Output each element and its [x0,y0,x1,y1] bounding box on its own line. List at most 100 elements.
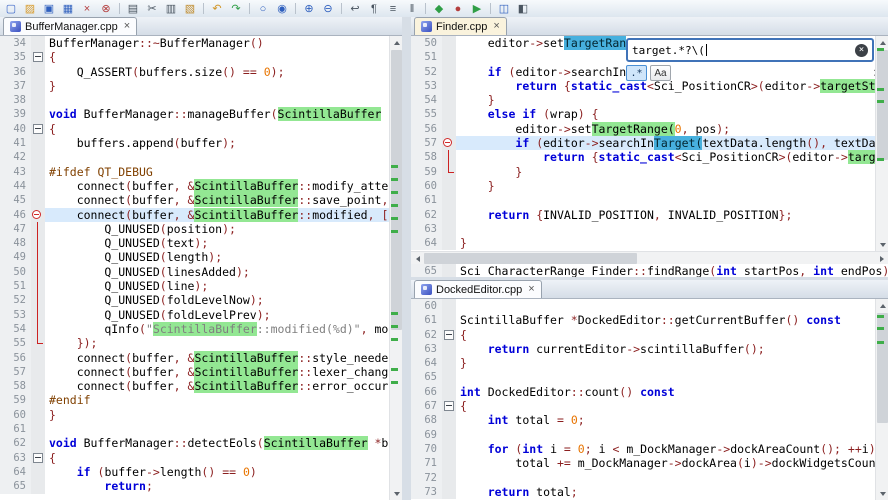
toolbar-save-all-button[interactable]: ▦ [60,2,76,16]
code-line[interactable]: 36 Q_ASSERT(buffers.size() == 0); [0,64,389,79]
code-line[interactable]: 60} [0,407,389,423]
tab-dockededitor[interactable]: DockedEditor.cpp × [414,280,542,298]
fold-marker-current[interactable] [31,207,45,222]
code-line[interactable]: 62 void BufferManager::detectEols(Scintil… [0,436,389,451]
scrollbar-down-button[interactable] [876,238,888,251]
code-line[interactable]: 59 } [411,164,875,179]
fold-marker-collapse[interactable] [31,121,45,137]
code-line[interactable]: 51 Q_UNUSED(line); [0,279,389,294]
vertical-splitter[interactable] [402,17,411,500]
scrollbar-down-button[interactable] [876,487,888,500]
match-case-toggle-button[interactable]: Aa [650,65,671,81]
toolbar-open-folder-button[interactable]: ▨ [22,2,38,16]
code-line[interactable]: 50 Q_UNUSED(linesAdded); [0,264,389,280]
code-line[interactable]: 55 else if (wrap) { [411,107,875,122]
regex-toggle-button[interactable]: .* [626,65,647,81]
code-line[interactable]: 60 } [411,178,875,194]
toolbar-replace-button[interactable]: ◉ [274,2,290,16]
code-line[interactable]: 65 [411,370,875,385]
tab-close-icon[interactable]: × [493,21,499,32]
code-line[interactable]: 42 [0,150,389,165]
fold-marker-collapse[interactable] [31,50,45,65]
code-lines[interactable]: 60 61 ScintillaBuffer *DockedEditor::getCu… [411,299,875,500]
code-line[interactable]: 73 return total; [411,484,875,500]
tab-close-icon[interactable]: × [124,21,130,32]
code-line[interactable]: 47 Q_UNUSED(position); [0,221,389,237]
code-line[interactable]: 56 connect(buffer, &ScintillaBuffer::sty… [0,350,389,365]
code-line[interactable]: 54 qInfo("ScintillaBuffer::modified(%d)"… [0,321,389,337]
code-line[interactable]: 60 [411,299,875,314]
tab-buffermanager[interactable]: BufferManager.cpp × [3,17,138,35]
code-line[interactable]: 55 }); [0,336,389,351]
code-line[interactable]: 57 connect(buffer, &ScintillaBuffer::lex… [0,364,389,380]
toolbar-find-button[interactable]: ○ [255,2,271,16]
toolbar-print-button[interactable]: ▤ [125,2,141,16]
code-line[interactable]: 67 { [411,399,875,414]
code-line[interactable]: 64} [411,236,875,251]
code-line[interactable]: 58 return {static_cast<Sci_PositionCR>(e… [411,150,875,165]
code-line[interactable]: 48 Q_UNUSED(text); [0,236,389,251]
toolbar-copy-button[interactable]: ▥ [163,2,179,16]
code-line[interactable]: 39 void BufferManager::manageBuffer(Scint… [0,107,389,122]
code-line[interactable]: 66 int DockedEditor::count() const [411,384,875,400]
code-line[interactable]: 35 { [0,50,389,65]
code-line[interactable]: 64 if (buffer->length() == 0) [0,464,389,480]
scrollbar-down-button[interactable] [390,487,402,500]
code-line[interactable]: 34 BufferManager::~BufferManager() [0,36,389,51]
toolbar-zoom-out-button[interactable]: ⊖ [320,2,336,16]
tab-close-icon[interactable]: × [528,284,534,295]
code-line[interactable]: 65 Sci_CharacterRange Finder::findRange(i… [411,264,888,277]
clear-search-button[interactable]: × [855,43,868,57]
code-line[interactable]: 49 Q_UNUSED(length); [0,250,389,266]
code-line[interactable]: 71 total += m_DockManager->dockArea(i)->… [411,456,875,471]
code-line[interactable]: 59 #endif [0,393,389,408]
toolbar-paste-button[interactable]: ▧ [182,2,198,16]
horizontal-scrollbar[interactable] [411,251,888,264]
tab-finder[interactable]: Finder.cpp × [414,17,507,35]
fold-marker-collapse[interactable] [31,450,45,465]
code-line[interactable]: 61 [0,422,389,437]
toolbar-settings-button[interactable]: ◧ [515,2,531,16]
fold-marker-collapse[interactable] [442,399,456,414]
code-line[interactable]: 63 { [0,450,389,465]
scrollbar-thumb[interactable] [424,253,637,264]
toolbar-monitor-file-button[interactable]: ◫ [496,2,512,16]
vertical-scrollbar[interactable] [875,299,888,500]
code-line[interactable]: 52 Q_UNUSED(foldLevelNow); [0,293,389,308]
toolbar-cut-button[interactable]: ✂ [144,2,160,16]
code-line[interactable]: 54 } [411,93,875,108]
code-line[interactable]: 68 int total = 0; [411,413,875,428]
scrollbar-thumb[interactable] [391,50,402,330]
code-line[interactable]: 46 connect(buffer, &ScintillaBuffer::mod… [0,207,389,222]
scrollbar-thumb[interactable] [877,50,888,160]
code-line[interactable]: 43 #ifdef QT_DEBUG [0,164,389,179]
code-line[interactable]: 38 [0,93,389,108]
code-line[interactable]: 57 if (editor->searchInTarget(textData.l… [411,136,875,151]
code-line[interactable]: 64} [411,356,875,371]
code-line[interactable]: 62 return {INVALID_POSITION, INVALID_POS… [411,207,875,222]
code-line[interactable]: 41 buffers.append(buffer); [0,136,389,151]
code-line[interactable]: 69 [411,427,875,442]
fold-marker-current[interactable] [442,136,456,151]
fold-marker-collapse[interactable] [442,327,456,342]
code-line[interactable]: 61 ScintillaBuffer *DockedEditor::getCurr… [411,313,875,328]
scrollbar-up-button[interactable] [876,299,888,312]
search-input[interactable]: target.*?\( × [626,38,874,62]
code-line[interactable]: 72 [411,470,875,485]
vertical-scrollbar[interactable] [875,36,888,251]
toolbar-close-all-button[interactable]: ⊗ [98,2,114,16]
toolbar-record-macro-button[interactable]: ● [450,2,466,16]
code-line[interactable]: 63 return currentEditor->scintillaBuffer… [411,341,875,357]
toolbar-show-eol-button[interactable]: ≡ [385,2,401,16]
code-line[interactable]: 37} [0,78,389,94]
toolbar-redo-button[interactable]: ↷ [228,2,244,16]
toolbar-new-file-button[interactable]: ▢ [3,2,19,16]
toolbar-show-whitespace-button[interactable]: ¶ [366,2,382,16]
toolbar-close-file-button[interactable]: × [79,2,95,16]
code-line[interactable]: 65 return; [0,479,389,494]
code-line[interactable]: 61 [411,193,875,208]
code-line[interactable]: 63 [411,221,875,237]
code-line[interactable]: 56 editor->setTargetRange(0, pos); [411,121,875,137]
code-lines[interactable]: 34 BufferManager::~BufferManager() 35{36 Q… [0,36,389,500]
code-line[interactable]: 62 { [411,327,875,342]
